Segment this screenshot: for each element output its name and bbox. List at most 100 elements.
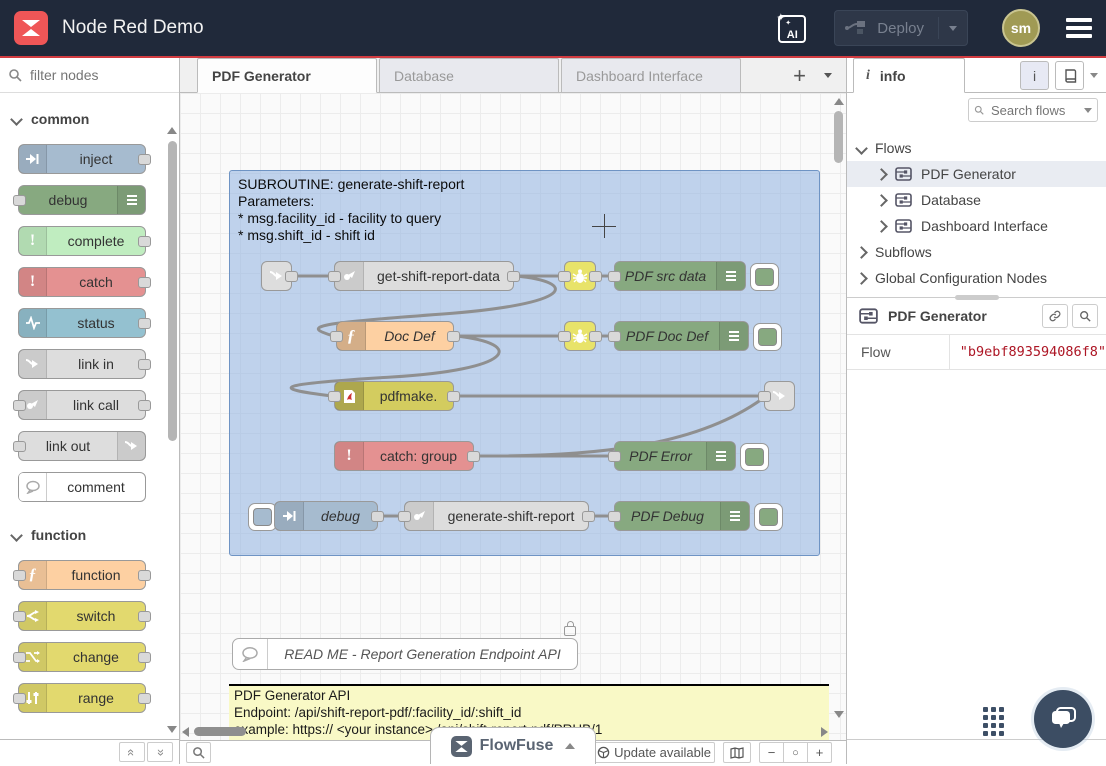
node-comment-readme[interactable]: READ ME - Report Generation Endpoint API xyxy=(232,638,578,670)
copy-link-button[interactable] xyxy=(1042,304,1068,328)
zoom-controls: − ○ + xyxy=(759,742,832,763)
widget-drag-handle[interactable] xyxy=(983,707,1004,736)
info-icon: i xyxy=(866,68,870,84)
tab-database[interactable]: Database xyxy=(379,58,559,92)
node-link-out[interactable] xyxy=(764,381,795,411)
node-get-shift-report-data[interactable]: get-shift-report-data xyxy=(334,261,514,291)
palette-node-debug[interactable]: debug xyxy=(18,185,146,215)
palette-node-function[interactable]: ƒ function xyxy=(18,560,146,590)
node-pdf-error[interactable]: PDF Error xyxy=(614,441,736,471)
tab-dashboard-interface[interactable]: Dashboard Interface xyxy=(561,58,741,92)
palette-node-link-call[interactable]: link call xyxy=(18,390,146,420)
update-available-button[interactable]: Update available xyxy=(593,742,715,763)
tree-global-config-header[interactable]: Global Configuration Nodes xyxy=(847,265,1106,291)
palette-filter[interactable] xyxy=(0,58,179,93)
debug-icon xyxy=(716,262,745,290)
palette-category-function[interactable]: function xyxy=(0,513,179,549)
inject-trigger-button[interactable] xyxy=(248,503,277,531)
palette-scrollbar[interactable] xyxy=(168,141,177,441)
search-icon xyxy=(1079,310,1091,322)
palette-node-status[interactable]: status xyxy=(18,308,146,338)
sidebar-splitter[interactable] xyxy=(847,297,1106,298)
catch-icon: ! xyxy=(19,268,47,296)
avatar[interactable]: sm xyxy=(1002,9,1040,47)
deploy-caret-icon[interactable] xyxy=(949,26,957,31)
tree-item-pdf-generator[interactable]: PDF Generator xyxy=(847,161,1106,187)
ai-assistant-button[interactable]: ✦ ✦ AI xyxy=(776,13,806,43)
zoom-in-button[interactable]: + xyxy=(808,742,832,763)
deploy-icon xyxy=(845,20,867,36)
palette-node-link-in[interactable]: link in xyxy=(18,349,146,379)
tab-list-caret-icon[interactable] xyxy=(824,73,832,78)
help-tab-button[interactable] xyxy=(1055,61,1084,90)
flowfuse-logo-icon xyxy=(14,11,48,45)
sidebar-caret-icon[interactable] xyxy=(1090,73,1098,78)
debug-icon xyxy=(719,322,748,350)
collapse-all-button[interactable]: « xyxy=(119,742,145,762)
tab-pdf-generator[interactable]: PDF Generator xyxy=(197,58,377,93)
palette-filter-input[interactable] xyxy=(28,66,162,84)
canvas-vertical-scrollbar[interactable] xyxy=(832,93,845,740)
tree-flows-header[interactable]: Flows xyxy=(847,135,1106,161)
canvas-search-button[interactable] xyxy=(186,742,211,763)
detail-properties: Flow "b9ebf893594086f8" xyxy=(847,334,1106,370)
debug-toggle-button[interactable] xyxy=(753,323,782,351)
debug-icon xyxy=(117,186,145,214)
detail-search-button[interactable] xyxy=(1072,304,1098,328)
catch-icon: ! xyxy=(335,442,364,470)
deploy-button[interactable]: Deploy xyxy=(834,10,968,46)
palette-node-inject[interactable]: inject xyxy=(18,144,146,174)
node-pdfmake[interactable]: pdfmake. xyxy=(334,381,454,411)
chat-bubble-icon xyxy=(1048,705,1078,733)
info-tab-button[interactable]: i xyxy=(1020,61,1049,90)
map-icon xyxy=(730,747,744,759)
palette-node-switch[interactable]: switch xyxy=(18,601,146,631)
tree-item-dashboard-interface[interactable]: Dashboard Interface xyxy=(847,213,1106,239)
node-pdf-doc-def[interactable]: PDF Doc Def xyxy=(614,321,749,351)
palette-scroll-up-icon[interactable] xyxy=(167,127,177,134)
ai-icon: AI xyxy=(778,15,806,43)
node-pdf-src-data[interactable]: PDF src data xyxy=(614,261,746,291)
search-flows-box[interactable] xyxy=(968,98,1098,122)
flow-canvas[interactable]: SUBROUTINE: generate-shift-report Parame… xyxy=(180,93,846,740)
flow-icon xyxy=(895,167,912,181)
palette-node-catch[interactable]: ! catch xyxy=(18,267,146,297)
node-pdf-debug[interactable]: PDF Debug xyxy=(614,501,750,531)
search-flows-input[interactable] xyxy=(989,102,1079,119)
expand-all-button[interactable]: « xyxy=(147,742,173,762)
flowfuse-panel-button[interactable]: FlowFuse xyxy=(430,727,596,764)
app-title: Node Red Demo xyxy=(62,17,204,39)
node-catch-group[interactable]: ! catch: group xyxy=(334,441,474,471)
palette-node-change[interactable]: change xyxy=(18,642,146,672)
palette-category-common[interactable]: common xyxy=(0,97,179,133)
palette-node-comment[interactable]: comment xyxy=(18,472,146,502)
add-flow-button[interactable]: + xyxy=(793,65,806,87)
search-icon xyxy=(974,104,984,116)
palette-scroll-down-icon[interactable] xyxy=(167,726,177,733)
navigator-button[interactable] xyxy=(723,742,751,763)
debug-toggle-button[interactable] xyxy=(740,443,769,471)
tree-item-database[interactable]: Database xyxy=(847,187,1106,213)
chat-widget-button[interactable] xyxy=(1034,690,1092,748)
debug-toggle-button[interactable] xyxy=(750,263,779,291)
status-icon xyxy=(19,309,47,337)
node-doc-def[interactable]: ƒ Doc Def xyxy=(336,321,454,351)
search-icon xyxy=(8,68,22,82)
tree-subflows-header[interactable]: Subflows xyxy=(847,239,1106,265)
debug-toggle-button[interactable] xyxy=(754,503,783,531)
tab-info[interactable]: i info xyxy=(853,58,965,93)
node-debug-probe-1[interactable] xyxy=(564,261,596,291)
zoom-reset-button[interactable]: ○ xyxy=(784,742,808,763)
flow-icon xyxy=(895,219,912,233)
node-link-in[interactable] xyxy=(261,261,292,291)
main-menu-button[interactable] xyxy=(1066,18,1092,38)
palette-node-range[interactable]: range xyxy=(18,683,146,713)
deploy-label: Deploy xyxy=(877,20,924,37)
zoom-out-button[interactable]: − xyxy=(759,742,784,763)
palette-node-complete[interactable]: ! complete xyxy=(18,226,146,256)
node-generate-shift-report[interactable]: generate-shift-report xyxy=(404,501,589,531)
sidebar-tabbar: i info i xyxy=(847,58,1106,93)
node-debug-inject[interactable]: debug xyxy=(274,501,378,531)
node-debug-probe-2[interactable] xyxy=(564,321,596,351)
palette-node-link-out[interactable]: link out xyxy=(18,431,146,461)
